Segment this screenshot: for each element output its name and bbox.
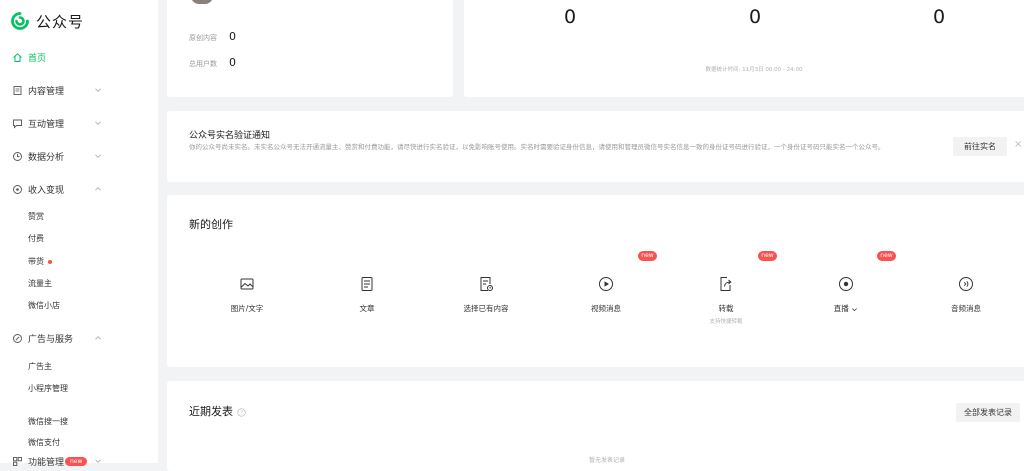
sidebar-subitem-traffic[interactable]: 流量主 <box>28 277 52 291</box>
sidebar-subitem-appreciation[interactable]: 赞赏 <box>28 210 44 224</box>
sidebar-subitem-miniprogram[interactable]: 小程序管理 <box>28 382 68 396</box>
original-content-label: 原创内容 <box>189 34 217 42</box>
app-logo[interactable]: 公众号 <box>10 11 84 31</box>
create-item-label: 音频消息 <box>951 304 981 313</box>
chevron-down-icon[interactable] <box>851 306 858 313</box>
create-section-title: 新的创作 <box>189 218 233 231</box>
chevron-up-icon <box>95 336 101 340</box>
new-tag: new <box>877 251 896 261</box>
original-content-value: 0 <box>229 30 236 43</box>
create-item-subtext: 支持快捷转载 <box>709 319 743 325</box>
svg-text:?: ? <box>240 410 243 416</box>
create-item-label: 图片/文字 <box>230 304 264 313</box>
sidebar-subitem-paid[interactable]: 付费 <box>28 232 44 246</box>
home-icon <box>13 52 22 62</box>
new-tag: new <box>758 251 777 261</box>
create-repost[interactable]: 转载 支持快捷转载 <box>686 276 766 325</box>
new-tag: new <box>638 251 657 261</box>
create-article[interactable]: 文章 <box>327 276 407 314</box>
existing-content-icon <box>480 277 493 291</box>
account-card: 原创内容 0 总用户数 0 <box>167 0 453 97</box>
help-icon[interactable]: ? <box>236 407 246 417</box>
sidebar-subitem-sales[interactable]: 带货 <box>28 255 52 269</box>
create-video[interactable]: 视频消息 <box>566 276 646 314</box>
sidebar-item-functions[interactable]: 功能管理 new <box>0 451 158 471</box>
sidebar-item-home[interactable]: 首页 <box>0 47 158 67</box>
notice-description: 你的公众号尚未实名。未实名公众号无法开通流量主、赞赏和付费功能，请尽快进行实名验… <box>189 143 885 151</box>
recent-section-title: 近期发表 ? <box>189 403 246 419</box>
article-icon <box>361 277 373 291</box>
create-item-label: 选择已有内容 <box>463 304 509 313</box>
create-image-text[interactable]: 图片/文字 <box>207 276 287 314</box>
repost-icon <box>720 277 732 291</box>
sidebar-item-label: 数据分析 <box>28 152 65 163</box>
image-text-icon <box>240 278 254 290</box>
new-badge: new <box>65 456 88 466</box>
sidebar-item-label: 首页 <box>28 53 47 64</box>
sidebar-item-label: 收入变现 <box>28 185 65 196</box>
function-icon <box>13 456 22 466</box>
sidebar-subitem-label: 带货 <box>28 257 44 266</box>
create-live[interactable]: 直播 <box>806 276 886 314</box>
chevron-up-icon <box>95 187 101 191</box>
stat-value: 0 <box>748 6 762 28</box>
sidebar-item-label: 功能管理 <box>28 457 65 468</box>
sidebar-item-ads[interactable]: 广告与服务 <box>0 328 158 348</box>
sidebar-item-label: 广告与服务 <box>28 334 74 345</box>
avatar[interactable] <box>191 0 213 4</box>
money-icon <box>13 184 22 194</box>
chevron-down-icon <box>95 121 101 125</box>
sidebar-subitem-shop[interactable]: 微信小店 <box>28 299 60 313</box>
chat-icon <box>13 119 22 129</box>
app-name: 公众号 <box>36 12 85 31</box>
create-item-label: 转载 <box>718 304 734 313</box>
stat-value: 0 <box>932 6 946 28</box>
sidebar: 公众号 首页 内容管理 互动管理 数据分析 收入变现 赞赏 付费 带货 流量主 … <box>0 0 158 468</box>
chart-icon <box>13 151 22 161</box>
total-users-label: 总用户数 <box>189 60 217 68</box>
live-icon <box>839 277 853 291</box>
document-icon <box>13 85 22 95</box>
chevron-down-icon <box>95 154 101 158</box>
audio-icon <box>959 277 973 291</box>
notice-title: 公众号实名验证通知 <box>189 131 271 141</box>
sidebar-item-income[interactable]: 收入变现 <box>0 179 158 199</box>
sidebar-item-label: 互动管理 <box>28 119 65 130</box>
sidebar-subitem-advertiser[interactable]: 广告主 <box>28 360 52 374</box>
close-icon[interactable]: × <box>1014 139 1022 150</box>
create-item-label: 文章 <box>359 304 375 313</box>
verify-button[interactable]: 前往实名 <box>953 137 1007 156</box>
stats-card: 0 0 0 数据统计时间: 11月3日 00:00 - 24:00 <box>464 0 1024 97</box>
chevron-down-icon <box>95 88 101 92</box>
chevron-down-icon <box>95 459 101 463</box>
sidebar-item-label: 内容管理 <box>28 86 65 97</box>
create-audio[interactable]: 音频消息 <box>926 276 1006 314</box>
video-icon <box>599 277 613 291</box>
create-item-label: 直播 <box>806 303 886 314</box>
stat-value: 0 <box>563 6 577 28</box>
sidebar-item-content[interactable]: 内容管理 <box>0 80 158 100</box>
total-users-value: 0 <box>229 56 236 69</box>
wechat-official-logo-icon <box>11 12 29 30</box>
all-posts-button[interactable]: 全部发表记录 <box>956 403 1020 422</box>
create-existing-content[interactable]: 选择已有内容 <box>446 276 526 314</box>
create-item-label: 视频消息 <box>591 304 621 313</box>
sidebar-item-analytics[interactable]: 数据分析 <box>0 146 158 166</box>
stats-footnote: 数据统计时间: 11月3日 00:00 - 24:00 <box>705 67 803 73</box>
notification-dot <box>48 259 52 264</box>
sidebar-subitem-pay[interactable]: 微信支付 <box>28 436 60 450</box>
sidebar-item-interaction[interactable]: 互动管理 <box>0 113 158 133</box>
sidebar-subitem-search[interactable]: 微信搜一搜 <box>28 415 68 429</box>
ad-icon <box>13 333 22 343</box>
